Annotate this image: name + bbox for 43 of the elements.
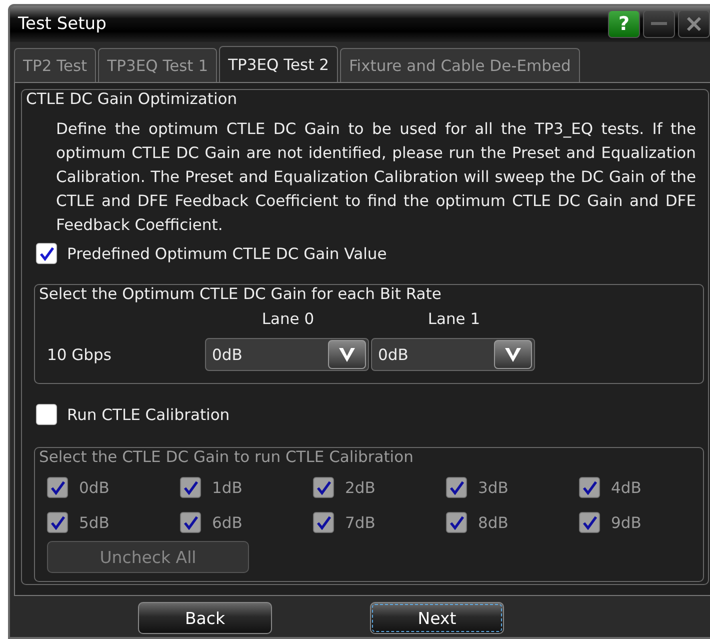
checkbox-label: 9dB: [611, 514, 642, 532]
checkmark-icon: [316, 515, 332, 530]
checkmark-icon: [50, 480, 66, 495]
column-header: Lane 0: [260, 310, 316, 328]
checkbox-label: Run CTLE Calibration: [67, 406, 230, 424]
dropdown[interactable]: 0dB: [205, 338, 369, 371]
checkbox-label: 0dB: [79, 478, 110, 496]
footer-button[interactable]: Next: [370, 602, 504, 634]
row-label: 10 Gbps: [47, 346, 112, 364]
checkmark-icon: [38, 246, 54, 261]
checkbox-label: 5dB: [79, 514, 110, 532]
checkbox-label: 3dB: [478, 478, 508, 496]
checkmark-icon: [582, 515, 598, 530]
dropdown[interactable]: 0dB: [371, 338, 535, 371]
checkbox-label: 2dB: [345, 478, 376, 496]
close-button[interactable]: [678, 10, 710, 38]
tab[interactable]: TP3EQ Test 2: [219, 46, 338, 82]
checkbox[interactable]: [36, 243, 57, 264]
checkbox-label: 8dB: [478, 514, 508, 532]
minimize-button[interactable]: [643, 10, 675, 38]
checkbox-label: 4dB: [611, 478, 642, 496]
checkmark-icon: [50, 515, 66, 530]
footer-button[interactable]: Back: [138, 602, 272, 634]
minimize-icon: [651, 22, 667, 26]
column-header: Lane 1: [426, 310, 482, 328]
help-button[interactable]: ?: [608, 10, 640, 38]
description-text: Define the optimum CTLE DC Gain to be used for all the TP3_EQ tests. If the optimum CTLE DC Gain are not identified, please run the Preset and Equalization Calibration. The Preset and Equalization Calibration will sweep the DC Gain of the CTLE and DFE Feedback Coefficient to find the optimum CTLE DC Gain and DFE Feedback Coefficient.: [56, 119, 697, 236]
checkmark-icon: [182, 480, 198, 495]
checkbox-label: 6dB: [212, 514, 242, 532]
tab[interactable]: TP3EQ Test 1: [98, 48, 218, 82]
checkbox-label: 1dB: [212, 478, 242, 496]
checkbox-label: Predefined Optimum CTLE DC Gain Value: [67, 244, 387, 262]
checkmark-icon: [182, 515, 198, 530]
tab[interactable]: Fixture and Cable De-Embed: [340, 48, 580, 82]
tab[interactable]: TP2 Test: [14, 48, 96, 82]
checkbox[interactable]: [36, 404, 57, 425]
checkmark-icon: [448, 480, 464, 495]
checkmark-icon: [582, 480, 598, 495]
checkmark-icon: [316, 480, 332, 495]
window-title: Test Setup: [18, 14, 108, 34]
checkbox-label: 7dB: [345, 514, 376, 532]
checkmark-icon: [448, 515, 464, 530]
close-icon: [686, 16, 702, 32]
